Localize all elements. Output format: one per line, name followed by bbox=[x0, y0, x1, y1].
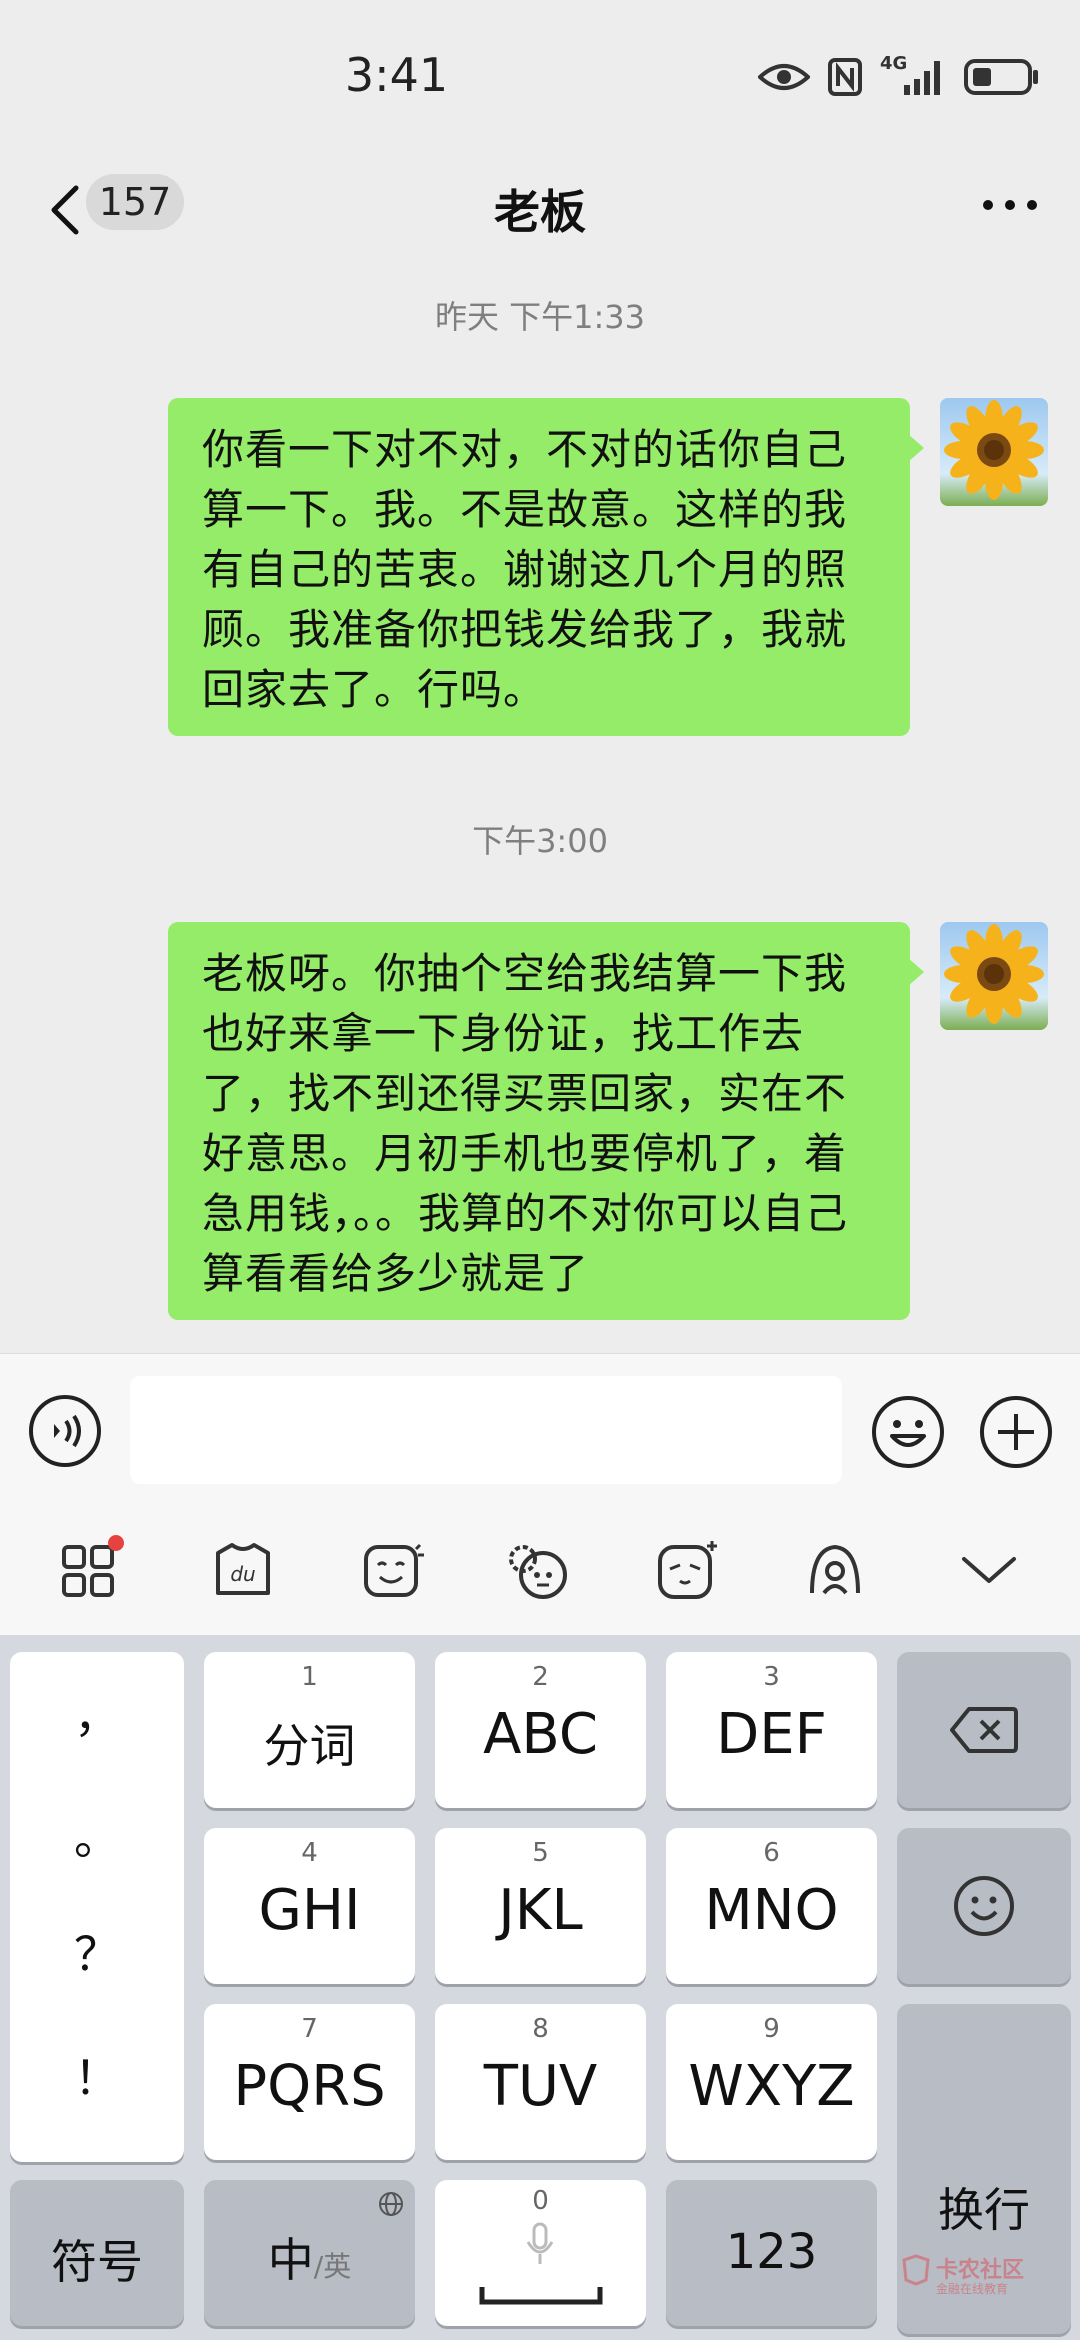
punct-exclamation-key[interactable]: ！ bbox=[10, 2042, 184, 2108]
symbol-key[interactable]: 符号 bbox=[10, 2180, 184, 2326]
key-5[interactable]: 5 JKL bbox=[435, 1828, 646, 1984]
language-switch-key[interactable]: 中/英 bbox=[204, 2180, 415, 2326]
keyboard-toolbar: du bbox=[0, 1505, 1080, 1635]
more-icon[interactable] bbox=[980, 190, 1040, 220]
key-3[interactable]: 3 DEF bbox=[666, 1652, 877, 1808]
keyboard-switch-icon[interactable] bbox=[800, 1535, 870, 1605]
key-7[interactable]: 7 PQRS bbox=[204, 2004, 415, 2160]
message-timestamp: 下午3:00 bbox=[472, 822, 608, 860]
nfc-icon bbox=[828, 58, 862, 96]
punct-comma-key[interactable]: ， bbox=[10, 1680, 184, 1746]
lang-main-label: 中 bbox=[267, 2233, 314, 2287]
space-key[interactable]: 0 bbox=[435, 2180, 646, 2326]
status-icons: 4G bbox=[758, 52, 1040, 102]
globe-icon bbox=[379, 2192, 403, 2216]
backspace-key[interactable] bbox=[897, 1652, 1071, 1808]
message-input-bar bbox=[0, 1353, 1080, 1505]
status-time: 3:41 bbox=[344, 48, 449, 102]
plus-icon[interactable] bbox=[978, 1394, 1054, 1470]
smiley-icon bbox=[954, 1876, 1014, 1936]
message-input[interactable] bbox=[130, 1376, 842, 1484]
message-timestamp: 昨天 下午1:33 bbox=[434, 298, 646, 336]
emoji-icon[interactable] bbox=[870, 1394, 946, 1470]
key-4[interactable]: 4 GHI bbox=[204, 1828, 415, 1984]
key-6[interactable]: 6 MNO bbox=[666, 1828, 877, 1984]
svg-text:du: du bbox=[230, 1562, 255, 1586]
lang-sub-label: /英 bbox=[313, 2250, 352, 2283]
key-9[interactable]: 9 WXYZ bbox=[666, 2004, 877, 2160]
message-bubble[interactable]: 你看一下对不对，不对的话你自己算一下。我。不是故意。这样的我有自己的苦衷。谢谢这… bbox=[168, 398, 924, 736]
apps-icon[interactable] bbox=[56, 1535, 126, 1605]
message-bubble[interactable]: 老板呀。你抽个空给我结算一下我也好来拿一下身份证，找工作去了，找不到还得买票回家… bbox=[168, 922, 924, 1320]
signal-icon: 4G bbox=[880, 53, 946, 97]
space-bar-icon bbox=[479, 2287, 603, 2305]
key-1[interactable]: 1 分词 bbox=[204, 1652, 415, 1808]
backspace-icon bbox=[950, 1707, 1018, 1753]
unread-count-badge[interactable]: 157 bbox=[86, 174, 184, 230]
emoji-face-icon[interactable] bbox=[505, 1535, 575, 1605]
watermark-subtext: 金融在线教育 bbox=[936, 2282, 1009, 2296]
eye-icon bbox=[758, 64, 810, 90]
punct-question-key[interactable]: ？ bbox=[10, 1918, 184, 1984]
microphone-icon bbox=[526, 2222, 554, 2264]
sticker-icon[interactable] bbox=[358, 1535, 428, 1605]
punctuation-column[interactable]: ， 。 ？ ！ bbox=[10, 1652, 184, 2162]
number-mode-key[interactable]: 123 bbox=[666, 2180, 877, 2326]
key-8[interactable]: 8 TUV bbox=[435, 2004, 646, 2160]
collapse-icon[interactable] bbox=[954, 1535, 1024, 1605]
du-skin-icon[interactable]: du bbox=[208, 1535, 278, 1605]
keyboard: ， 。 ？ ！ 1 分词 2 ABC 3 DEF 4 GHI 5 JKL 6 M… bbox=[0, 1635, 1080, 2340]
voice-input-icon[interactable] bbox=[28, 1394, 102, 1468]
emoji-key[interactable] bbox=[897, 1828, 1071, 1984]
sunflower-avatar[interactable] bbox=[940, 922, 1048, 1030]
battery-icon bbox=[964, 59, 1038, 95]
punct-period-key[interactable]: 。 bbox=[10, 1802, 184, 1868]
avatar-icon[interactable] bbox=[652, 1535, 722, 1605]
sunflower-avatar[interactable] bbox=[940, 398, 1048, 506]
status-bar: 3:41 4G bbox=[0, 0, 1080, 150]
key-2[interactable]: 2 ABC bbox=[435, 1652, 646, 1808]
